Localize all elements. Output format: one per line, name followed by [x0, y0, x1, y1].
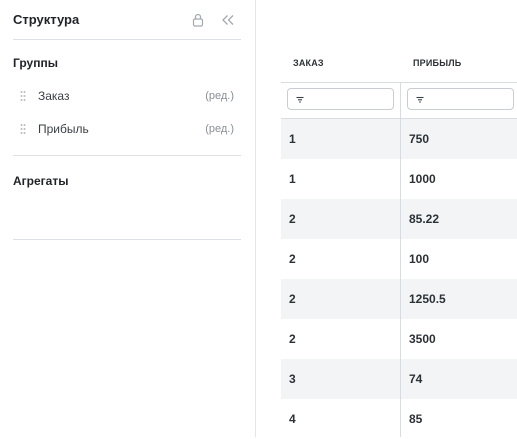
cell-order: 3 [289, 372, 296, 386]
column-header-order[interactable]: ЗАКАЗ [293, 44, 324, 82]
header-divider [281, 82, 517, 83]
edit-link[interactable]: (ред.) [205, 123, 234, 135]
divider [13, 239, 241, 240]
double-chevron-left-icon[interactable] [219, 12, 237, 28]
cell-order: 1 [289, 172, 296, 186]
filter-icon [416, 90, 424, 108]
panel-header: Структура [13, 0, 241, 40]
group-item-order[interactable]: Заказ (ред.) [20, 87, 234, 105]
column-header-profit[interactable]: ПРИБЫЛЬ [413, 44, 461, 82]
cell-order: 2 [289, 332, 296, 346]
table-row[interactable]: 2 100 [281, 239, 517, 279]
structure-panel: Структура Группы Заказ (ред.) Прибыль (р… [0, 0, 256, 437]
filter-input-profit[interactable] [407, 88, 514, 110]
table-row[interactable]: 2 1250.5 [281, 279, 517, 319]
table-row[interactable]: 2 3500 [281, 319, 517, 359]
groups-section-title: Группы [13, 56, 58, 70]
cell-profit: 100 [409, 252, 430, 266]
lock-icon[interactable] [191, 12, 205, 28]
column-divider [400, 82, 401, 437]
aggregates-section-title: Агрегаты [13, 174, 69, 188]
cell-profit: 74 [409, 372, 423, 386]
cell-order: 2 [289, 212, 296, 226]
cell-profit: 1250.5 [409, 292, 446, 306]
drag-handle-icon[interactable] [20, 90, 30, 102]
cell-order: 4 [289, 412, 296, 426]
filter-input-order[interactable] [287, 88, 394, 110]
panel-title: Структура [13, 12, 80, 27]
cell-order: 2 [289, 292, 296, 306]
edit-link[interactable]: (ред.) [205, 90, 234, 102]
cell-profit: 85.22 [409, 212, 440, 226]
group-item-profit[interactable]: Прибыль (ред.) [20, 120, 234, 138]
table-row[interactable]: 1 1000 [281, 159, 517, 199]
group-label: Прибыль [38, 122, 89, 136]
table-row[interactable]: 1 750 [281, 119, 517, 159]
group-label: Заказ [38, 89, 70, 103]
cell-order: 2 [289, 252, 296, 266]
cell-order: 1 [289, 132, 296, 146]
cell-profit: 750 [409, 132, 430, 146]
filter-icon [296, 90, 304, 108]
drag-handle-icon[interactable] [20, 123, 30, 135]
cell-profit: 3500 [409, 332, 436, 346]
cell-profit: 85 [409, 412, 423, 426]
table-row[interactable]: 2 85.22 [281, 199, 517, 239]
divider [13, 155, 241, 156]
table-row[interactable]: 3 74 [281, 359, 517, 399]
table-row[interactable]: 4 85 [281, 399, 517, 439]
cell-profit: 1000 [409, 172, 436, 186]
